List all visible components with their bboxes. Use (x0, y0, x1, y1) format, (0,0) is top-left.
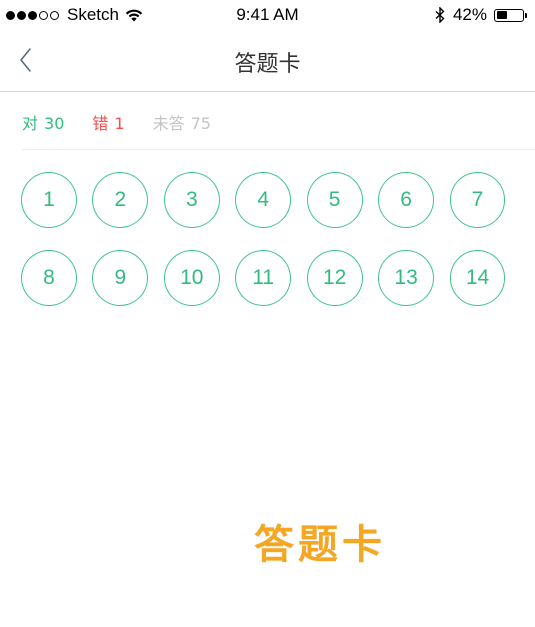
battery-tip (525, 12, 527, 18)
page-title: 答题卡 (234, 52, 301, 77)
nav-bar: 答题卡 (0, 30, 535, 92)
answer-summary: 对 30 错1 未答 75 (22, 110, 239, 134)
question-button[interactable]: 9 (92, 250, 149, 306)
status-right: 42% (435, 5, 527, 25)
caption-text: 答题卡 (254, 522, 386, 568)
answer-row: 8 9 10 11 12 13 14 (21, 250, 521, 306)
wrong-label: 错 (92, 114, 109, 133)
answer-row: 1 2 3 4 5 6 7 (21, 172, 521, 228)
question-button[interactable]: 12 (306, 250, 363, 306)
question-button[interactable]: 1 (21, 172, 77, 228)
status-bar: Sketch 9:41 AM 42% (0, 0, 535, 30)
question-button[interactable]: 6 (378, 172, 435, 228)
answer-grid: 1 2 3 4 5 6 7 8 9 10 11 12 13 14 (21, 172, 521, 328)
question-button[interactable]: 3 (163, 172, 220, 228)
question-button[interactable]: 14 (449, 250, 506, 306)
battery-icon (494, 8, 524, 22)
question-button[interactable]: 2 (92, 172, 149, 228)
question-button[interactable]: 7 (449, 172, 506, 228)
question-button[interactable]: 13 (378, 250, 435, 306)
wrong-count: 1 (114, 114, 125, 133)
question-button[interactable]: 10 (163, 250, 220, 306)
divider (22, 149, 535, 150)
question-button[interactable]: 11 (235, 250, 292, 306)
unanswered-summary: 未答 75 (153, 110, 211, 134)
battery-fill (496, 11, 507, 19)
question-button[interactable]: 4 (235, 172, 292, 228)
bluetooth-icon (435, 7, 445, 23)
unanswered-count: 75 (190, 114, 211, 133)
question-button[interactable]: 5 (306, 172, 363, 228)
correct-label: 对 (22, 114, 39, 133)
unanswered-label: 未答 (152, 114, 185, 133)
correct-count: 30 (44, 114, 65, 133)
correct-summary: 对 30 (22, 110, 64, 134)
question-button[interactable]: 8 (21, 250, 77, 306)
battery-percent: 42% (452, 5, 487, 24)
wrong-summary: 错1 (92, 110, 124, 134)
